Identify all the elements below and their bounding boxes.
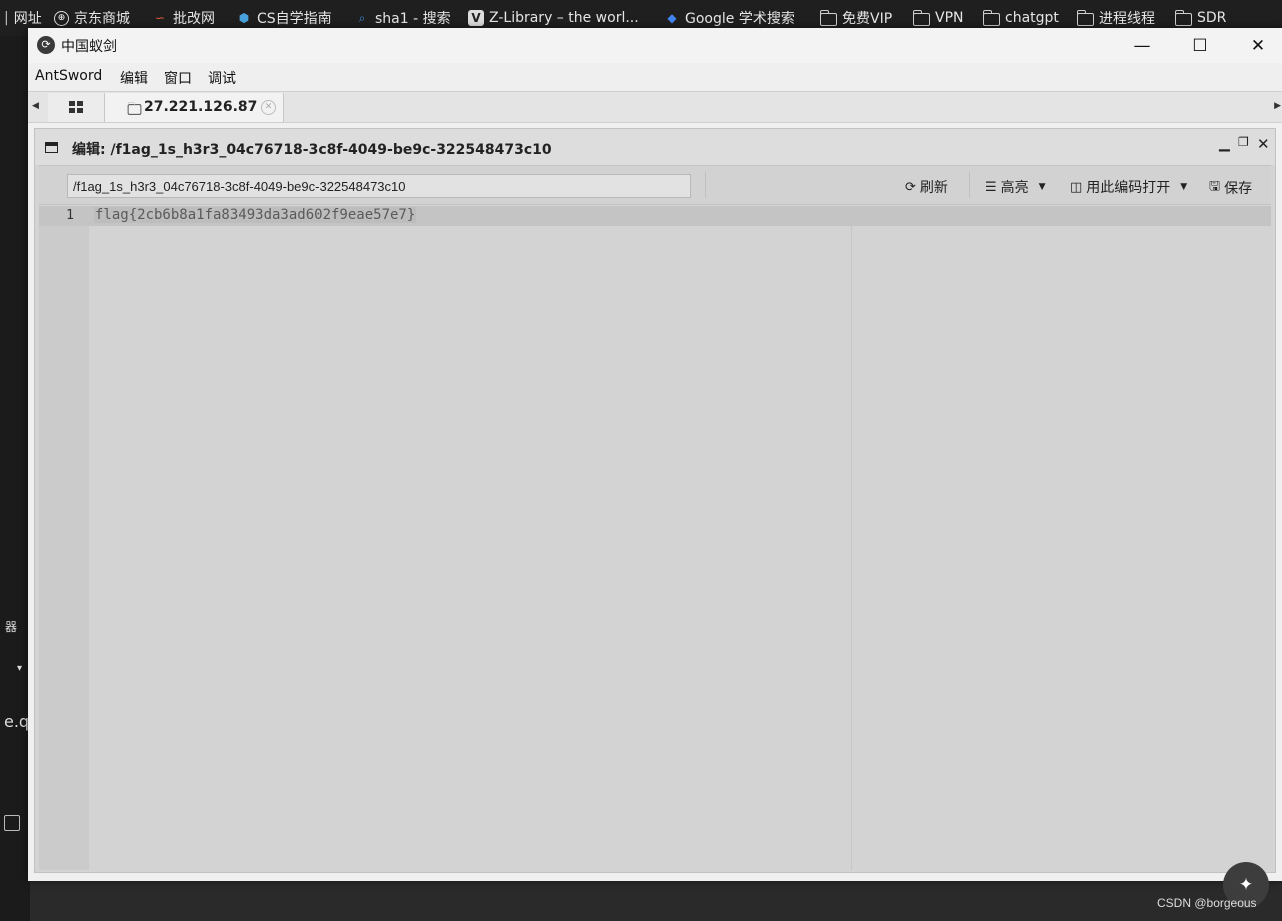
- folder-icon: [819, 9, 837, 26]
- background-dropdown[interactable]: ▾: [17, 663, 22, 674]
- bookmark-label: VPN: [935, 10, 964, 26]
- bookmark-label: chatgpt: [1005, 10, 1059, 26]
- bookmark-zlibrary[interactable]: V Z-Library – the worl...: [468, 8, 639, 28]
- editor-panel-title: 编辑: /f1ag_1s_h3r3_04c76718-3c8f-4049-be9…: [72, 142, 552, 158]
- grid-icon: [69, 101, 83, 113]
- window-icon: [45, 142, 58, 153]
- refresh-icon: ⟳: [905, 179, 916, 195]
- line-number-gutter: [39, 206, 89, 870]
- maximize-button[interactable]: ☐: [1177, 31, 1223, 61]
- bookmark-jd[interactable]: ⊕ 京东商城: [54, 8, 130, 28]
- menu-bar: AntSword 编辑 窗口 调试: [28, 63, 1282, 91]
- globe-icon: ⊕: [54, 10, 69, 26]
- refresh-button[interactable]: ⟳ 刷新: [905, 177, 948, 197]
- folder-icon: [1174, 9, 1192, 26]
- line-number: 1: [66, 208, 74, 223]
- open-with-encoding-dropdown[interactable]: ◫ 用此编码打开 ▼: [1070, 177, 1187, 197]
- bookmark-folder-sdr[interactable]: SDR: [1174, 8, 1227, 28]
- editor-panel-header: 编辑: /f1ag_1s_h3r3_04c76718-3c8f-4049-be9…: [35, 129, 1275, 165]
- bookmark-google-scholar[interactable]: ◆ Google 学术搜索: [664, 8, 795, 28]
- bookmark-sha1-search[interactable]: ⌕ sha1 - 搜索: [354, 8, 451, 28]
- minimize-button[interactable]: —: [1119, 31, 1165, 61]
- background-label: 器: [5, 620, 18, 634]
- bookmark-folder-process[interactable]: 进程线程: [1076, 8, 1155, 28]
- bookmark-label: 批改网: [173, 11, 215, 27]
- open-with-encoding-label: 用此编码打开: [1086, 180, 1171, 196]
- highlight-label: 高亮: [1000, 180, 1029, 196]
- close-button[interactable]: ✕: [1235, 31, 1281, 61]
- tab-bar: ◀ 27.221.126.87 ✕ ▶: [28, 91, 1282, 123]
- menu-edit[interactable]: 编辑: [120, 68, 148, 88]
- file-path-input[interactable]: [67, 174, 691, 198]
- title-bar: ⟳ 中国蚁剑 — ☐ ✕: [28, 28, 1282, 63]
- panel-minimize-icon[interactable]: ▁: [1219, 136, 1230, 152]
- bookmark-folder-vpn[interactable]: VPN: [912, 8, 964, 28]
- bookmark-label: 免费VIP: [842, 11, 893, 27]
- menu-window[interactable]: 窗口: [164, 68, 192, 88]
- bookmark-label: 京东商城: [74, 11, 130, 27]
- editor-toolbar: ⟳ 刷新 ☰ 高亮 ▼ ◫ 用此编码打开 ▼ 🖫 保存: [39, 165, 1271, 205]
- menu-antsword[interactable]: AntSword: [35, 68, 102, 84]
- pigai-icon: ∽: [154, 11, 166, 25]
- bookmark-label: 进程线程: [1099, 11, 1155, 27]
- code-line[interactable]: flag{2cb6b8a1fa83493da3ad602f9eae57e7}: [94, 207, 417, 223]
- chevron-down-icon: ▼: [1038, 182, 1046, 192]
- editor-panel: 编辑: /f1ag_1s_h3r3_04c76718-3c8f-4049-be9…: [34, 128, 1276, 873]
- tab-host[interactable]: 27.221.126.87 ✕: [105, 93, 284, 122]
- zlibrary-icon: V: [468, 10, 484, 26]
- folder-icon: [912, 9, 930, 26]
- bookmark-label: SDR: [1197, 10, 1227, 26]
- window-title: 中国蚁剑: [61, 39, 117, 55]
- panel-restore-icon[interactable]: ❐: [1238, 135, 1249, 149]
- save-icon: 🖫: [1209, 179, 1221, 194]
- encoding-icon: ◫: [1070, 179, 1083, 195]
- tab-host-label: 27.221.126.87: [144, 99, 258, 115]
- background-checkbox[interactable]: [4, 815, 20, 831]
- antsword-window: ⟳ 中国蚁剑 — ☐ ✕ AntSword 编辑 窗口 调试 ◀ 27.221.…: [28, 28, 1282, 881]
- cube-icon: ⬢: [238, 11, 250, 25]
- toolbar-divider: [969, 172, 970, 198]
- bookmark-label: sha1 - 搜索: [375, 11, 451, 27]
- refresh-label: 刷新: [919, 180, 948, 196]
- bookmark-label: Z-Library – the worl...: [489, 10, 639, 26]
- tab-scroll-right-icon[interactable]: ▶: [1274, 101, 1281, 111]
- bookmark-label: Google 学术搜索: [685, 11, 795, 27]
- background-text: e.q: [4, 712, 30, 731]
- code-editor[interactable]: 1 flag{2cb6b8a1fa83493da3ad602f9eae57e7}: [39, 206, 1271, 870]
- bookmark-cs-guide[interactable]: ⬢ CS自学指南: [236, 8, 332, 28]
- scholar-icon: ◆: [667, 11, 677, 25]
- bookmark-pigai[interactable]: ∽ 批改网: [152, 8, 215, 28]
- bookmark-folder-vip[interactable]: 免费VIP: [819, 8, 893, 28]
- save-label: 保存: [1224, 181, 1253, 197]
- print-margin: [851, 226, 852, 870]
- bookmark-folder-chatgpt[interactable]: chatgpt: [982, 8, 1059, 28]
- watermark: CSDN @borgeous: [1157, 896, 1257, 910]
- highlight-dropdown[interactable]: ☰ 高亮 ▼: [985, 177, 1046, 197]
- folder-icon: [1076, 9, 1094, 26]
- toolbar-divider: [705, 172, 706, 198]
- antsword-logo-icon: ⟳: [37, 36, 55, 54]
- bookmark-label: 网址: [13, 11, 42, 27]
- save-button[interactable]: 🖫 保存: [1209, 177, 1252, 199]
- menu-debug[interactable]: 调试: [208, 68, 236, 88]
- bookmark-label: CS自学指南: [257, 11, 332, 27]
- folder-icon: [982, 9, 1000, 26]
- background-app: 器 ▾ e.q: [0, 36, 30, 921]
- panel-close-icon[interactable]: ✕: [1257, 135, 1270, 153]
- folder-icon: [127, 101, 142, 115]
- bookmark-urls[interactable]: | 网址: [4, 8, 42, 28]
- chevron-down-icon: ▼: [1180, 182, 1188, 192]
- list-icon: ☰: [985, 179, 997, 195]
- tab-scroll-left-icon[interactable]: ◀: [32, 101, 39, 111]
- tab-close-icon[interactable]: ✕: [261, 100, 276, 115]
- tab-home[interactable]: [48, 93, 105, 122]
- search-icon: ⌕: [358, 11, 366, 25]
